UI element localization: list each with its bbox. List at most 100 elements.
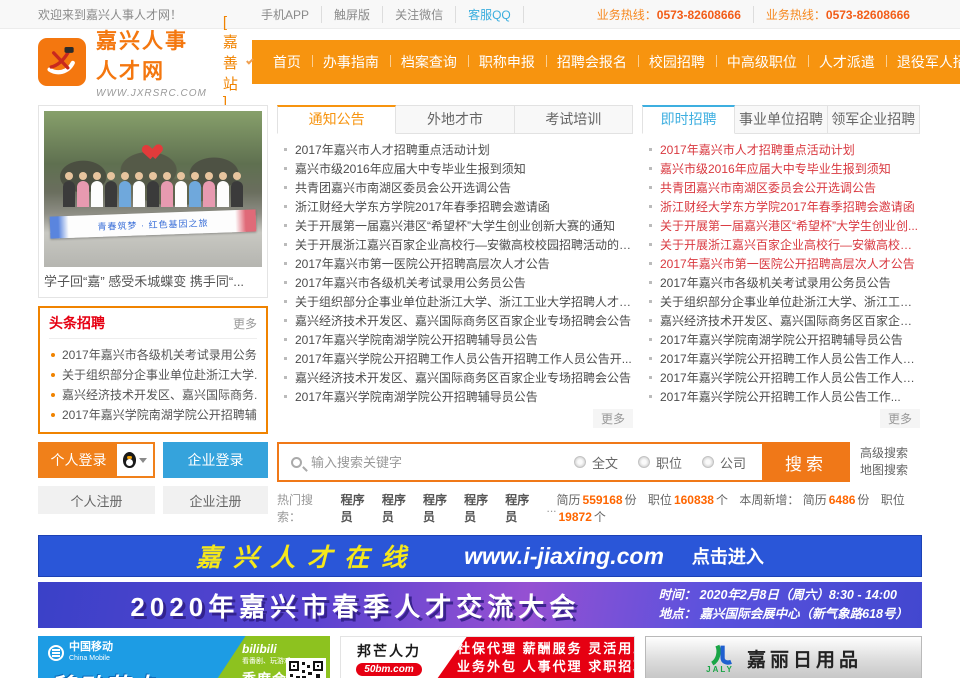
notice-item[interactable]: 嘉兴市级2016年应届大中专毕业生报到须知 [281,160,633,179]
main-content: 青春筑梦 · 红色基因之旅 学子回“嘉” 感受禾城蝶变 携手同“... 头条招聘… [0,95,960,434]
job-item-hot[interactable]: 关于开展第一届嘉兴港区“希望杯”大学生创业创... [646,217,920,236]
job-item[interactable]: 关于组织部分企事业单位赴浙江大学、浙江工业大... [646,293,920,312]
notice-more: 更多 [277,409,633,428]
personal-login-group: 个人登录 [38,442,155,478]
headline-job-item[interactable]: 2017年嘉兴市各级机关考试录用公务... [49,345,257,365]
news-photo-card[interactable]: 青春筑梦 · 红色基因之旅 学子回“嘉” 感受禾城蝶变 携手同“... [38,105,268,298]
search-input[interactable] [311,455,574,470]
jaly-ad[interactable]: JALY 嘉丽日用品 [645,636,922,678]
advanced-search-link[interactable]: 高级搜索 [860,445,922,462]
tab-instant-jobs[interactable]: 即时招聘 [642,105,735,134]
nav-item[interactable]: 校园招聘 [638,52,716,72]
job-item-hot[interactable]: 2017年嘉兴市第一医院公开招聘高层次人才公告 [646,255,920,274]
topbar-link[interactable]: 触屏版 [322,6,383,23]
notice-item[interactable]: 共青团嘉兴市南湖区委员会公开选调公告 [281,179,633,198]
nav-item[interactable]: 首页 [262,52,312,72]
logo-figure-icon [42,42,82,82]
topbar-links: 手机APP触屏版关注微信客服QQ [249,6,524,23]
headline-job-item[interactable]: 嘉兴经济技术开发区、嘉兴国际商务... [49,385,257,405]
search-button[interactable]: 搜索 [762,442,850,482]
job-item[interactable]: 2017年嘉兴学院南湖学院公开招聘辅导员公告 [646,331,920,350]
map-search-link[interactable]: 地图搜索 [860,462,922,479]
search-scope-radio[interactable]: 职位 [638,453,682,472]
personal-login-button[interactable]: 个人登录 [40,444,117,476]
notice-item[interactable]: 2017年嘉兴学院南湖学院公开招聘辅导员公告 [281,331,633,350]
photo-caption[interactable]: 学子回“嘉” 感受禾城蝶变 携手同“... [44,267,262,297]
bangmang-hr-ad[interactable]: 邦芒人力 50bm.com 社保代理 薪酬服务 灵活用工 业务外包 人事代理 求… [340,636,635,678]
job-item-hot[interactable]: 浙江财经大学东方学院2017年春季招聘会邀请函 [646,198,920,217]
job-item[interactable]: 2017年嘉兴学院公开招聘工作人员公告工作... [646,388,920,407]
jobs-more-link[interactable]: 更多 [880,409,920,428]
hot-search: 热门搜索： 程序员程序员程序员程序员程序员 ... [277,491,557,525]
tab-leading-companies[interactable]: 领军企业招聘 [828,105,920,134]
notice-item[interactable]: 关于组织部分企事业单位赴浙江大学、浙江工业大学招聘人才的... [281,293,633,312]
company-register-button[interactable]: 企业注册 [163,486,268,514]
topbar-link[interactable]: 关注微信 [383,6,456,23]
nav-item[interactable]: 中高级职位 [716,52,808,72]
search-box: 全文 职位 公司 搜索 [277,442,850,482]
substation-selector[interactable]: [ 嘉善站 ] [223,14,252,111]
search-scope-radio[interactable]: 全文 [574,453,618,472]
notice-item[interactable]: 嘉兴经济技术开发区、嘉兴国际商务区百家企业专场招聘会公告 [281,369,633,388]
mobile-huaka-title: 移动花卡 [50,668,158,678]
notice-item[interactable]: 浙江财经大学东方学院2017年春季招聘会邀请函 [281,198,633,217]
nav-item[interactable]: 档案查询 [390,52,468,72]
tab-public-institutions[interactable]: 事业单位招聘 [735,105,827,134]
tab-notice[interactable]: 通知公告 [277,105,396,134]
nav-item[interactable]: 退役军人招聘 [886,52,960,72]
nav-item[interactable]: 职称申报 [468,52,546,72]
search-scope-radio[interactable]: 公司 [702,453,746,472]
nav-item[interactable]: 办事指南 [312,52,390,72]
job-item-hot[interactable]: 关于开展浙江嘉兴百家企业高校行—安徽高校校园... [646,236,920,255]
banner2-title: 2020年嘉兴市春季人才交流大会 [52,587,659,624]
notice-item[interactable]: 关于开展浙江嘉兴百家企业高校行—安徽高校校园招聘活动的通... [281,236,633,255]
hot-keyword[interactable]: 程序员 [382,491,414,525]
qq-login-dropdown[interactable] [117,444,153,476]
notice-item[interactable]: 嘉兴经济技术开发区、嘉兴国际商务区百家企业专场招聘会公告 [281,312,633,331]
tab-exam-training[interactable]: 考试培训 [515,105,633,134]
jobs-more: 更多 [642,409,920,428]
headline-jobs-list: 2017年嘉兴市各级机关考试录用公务...关于组织部分企事业单位赴浙江大学...… [49,339,257,425]
hot-keyword[interactable]: 程序员 [423,491,455,525]
tab-other-cities[interactable]: 外地才市 [396,105,514,134]
notice-item[interactable]: 2017年嘉兴市人才招聘重点活动计划 [281,141,633,160]
photo-crowd [48,181,258,212]
notice-item[interactable]: 2017年嘉兴学院南湖学院公开招聘辅导员公告 [281,388,633,407]
hot-keyword[interactable]: 程序员 [464,491,496,525]
job-item[interactable]: 2017年嘉兴学院公开招聘工作人员公告工作人员... [646,350,920,369]
jobs-list-hot: 2017年嘉兴市人才招聘重点活动计划嘉兴市级2016年应届大中专毕业生报到须知共… [642,134,920,274]
notice-item[interactable]: 2017年嘉兴市各级机关考试录用公务员公告 [281,274,633,293]
notice-more-link[interactable]: 更多 [593,409,633,428]
hot-keyword[interactable]: 程序员 [341,491,373,525]
job-item[interactable]: 嘉兴经济技术开发区、嘉兴国际商务区百家企业专... [646,312,920,331]
topbar-link[interactable]: 客服QQ [456,6,524,23]
qr-code [286,658,326,678]
nav-item[interactable]: 人才派遣 [808,52,886,72]
headline-more-link[interactable]: 更多 [233,315,257,332]
topbar-link[interactable]: 手机APP [249,6,322,23]
site-name: 嘉兴人事人才网 [96,25,207,85]
banner1-title: 嘉兴人才在线 [196,538,418,574]
job-item-hot[interactable]: 2017年嘉兴市人才招聘重点活动计划 [646,141,920,160]
personal-register-button[interactable]: 个人注册 [38,486,155,514]
site-logo-icon[interactable] [38,38,86,86]
job-item[interactable]: 2017年嘉兴学院公开招聘工作人员公告工作人员... [646,369,920,388]
notice-item[interactable]: 2017年嘉兴学院公开招聘工作人员公告开招聘工作人员公告开... [281,350,633,369]
notice-item[interactable]: 关于开展第一届嘉兴港区“希望杯”大学生创业创新大赛的通知 [281,217,633,236]
notice-item[interactable]: 2017年嘉兴市第一医院公开招聘高层次人才公告 [281,255,633,274]
job-item-hot[interactable]: 嘉兴市级2016年应届大中专毕业生报到须知 [646,160,920,179]
job-item[interactable]: 2017年嘉兴市各级机关考试录用公务员公告 [646,274,920,293]
site-identity[interactable]: 嘉兴人事人才网 WWW.JXRSRC.COM [96,25,207,99]
hot-keyword[interactable]: 程序员 [505,491,537,525]
company-login-button[interactable]: 企业登录 [163,442,268,478]
banner2-time: 时间： 2020年2月8日（周六）8:30 - 14:00 [659,586,908,605]
search-icon [291,457,302,468]
spring-job-fair-banner[interactable]: 2020年嘉兴市春季人才交流大会 时间： 2020年2月8日（周六）8:30 -… [38,582,922,628]
nav-item[interactable]: 招聘会报名 [546,52,638,72]
jobs-list: 2017年嘉兴市各级机关考试录用公务员公告关于组织部分企事业单位赴浙江大学、浙江… [642,274,920,407]
headline-job-item[interactable]: 2017年嘉兴学院南湖学院公开招聘辅... [49,405,257,425]
job-item-hot[interactable]: 共青团嘉兴市南湖区委员会公开选调公告 [646,179,920,198]
headline-job-item[interactable]: 关于组织部分企事业单位赴浙江大学... [49,365,257,385]
china-mobile-ad[interactable]: 中国移动China Mobile 移动花卡 bilibili 看番剧、玩游戏 季… [38,636,330,678]
jiaxing-talent-online-banner[interactable]: 嘉兴人才在线 www.i-jiaxing.com 点击进入 [38,535,922,577]
